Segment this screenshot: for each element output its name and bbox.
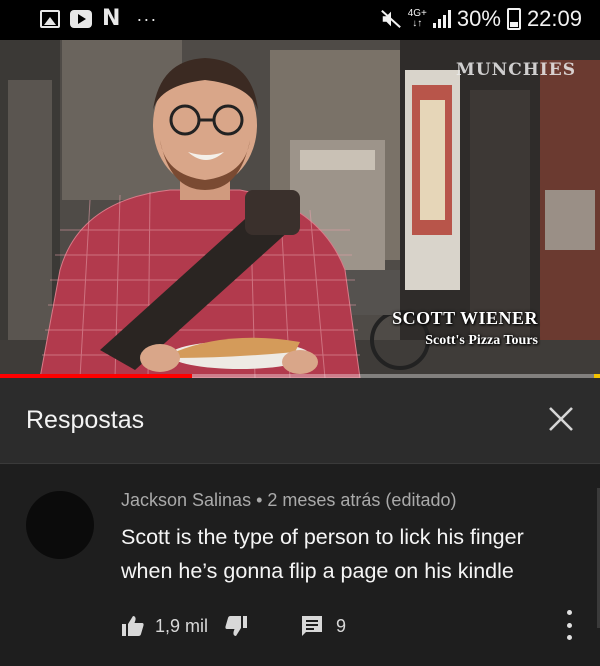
reply-count: 9 [336, 615, 347, 636]
channel-watermark: MUNCHIES [456, 60, 576, 80]
close-icon[interactable] [546, 402, 576, 436]
gallery-icon [40, 10, 60, 28]
meta-separator: • [256, 490, 263, 510]
mute-icon [380, 10, 401, 28]
status-bar-system: 4G+ ↓↑ 30% 22:09 [380, 6, 582, 32]
battery-percent: 30% [456, 6, 501, 31]
replies-header: Respostas [0, 378, 600, 464]
lower-third-name: SCOTT WIENER [392, 308, 538, 328]
comment-item: Jackson Salinas • 2 meses atrás (editado) … [0, 465, 600, 666]
comment-timestamp: 2 meses atrás (editado) [267, 490, 457, 510]
more-vert-icon[interactable] [564, 610, 574, 640]
avatar[interactable] [26, 491, 94, 559]
replies-title: Respostas [26, 406, 145, 434]
like-count: 1,9 mil [155, 615, 209, 636]
comment-text: Scott is the type of person to lick his … [121, 525, 524, 583]
youtube-icon [70, 10, 92, 28]
thumbs-up-icon[interactable] [121, 614, 145, 638]
network-indicator: 4G+ ↓↑ [407, 8, 427, 29]
clock: 22:09 [526, 6, 582, 31]
lower-third: SCOTT WIENER Scott's Pizza Tours [392, 308, 538, 349]
lower-third-subtitle: Scott's Pizza Tours [425, 333, 538, 348]
comment-meta: Jackson Salinas • 2 meses atrás (editado) [121, 490, 456, 511]
signal-icon [432, 10, 451, 28]
status-bar-notifications: N ··· [40, 8, 157, 30]
reply-icon[interactable] [300, 614, 324, 638]
video-player[interactable]: MUNCHIES SCOTT WIENER Scott's Pizza Tour… [0, 40, 600, 378]
comment-author[interactable]: Jackson Salinas [121, 490, 251, 510]
more-notifications-icon: ··· [136, 9, 158, 29]
thumbs-down-icon[interactable] [224, 614, 248, 638]
status-bar: N ··· 4G+ ↓↑ 30% 22:09 [0, 0, 600, 40]
comment-actions: 1,9 mil 9 [121, 611, 346, 641]
battery-icon [506, 8, 521, 30]
n-notification-icon: N [102, 6, 121, 31]
